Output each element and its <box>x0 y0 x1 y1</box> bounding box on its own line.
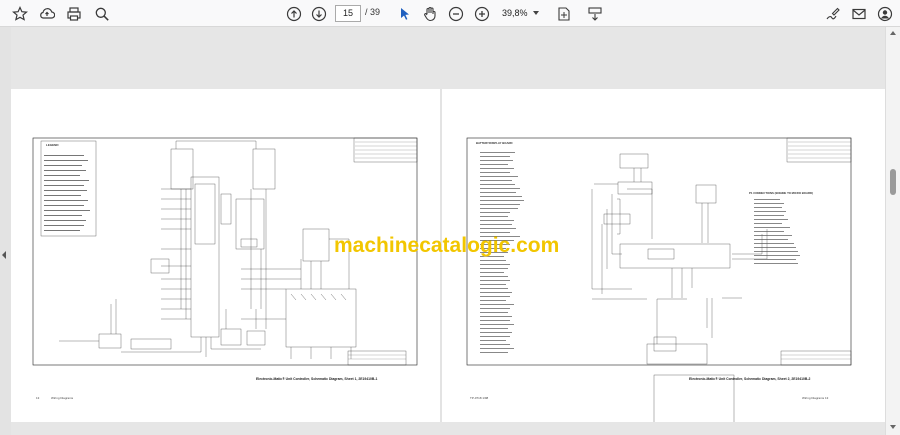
left-page-number: 13 <box>36 396 40 400</box>
rotate-icon[interactable] <box>585 4 605 24</box>
cloud-upload-icon[interactable] <box>37 4 57 24</box>
scrollbar-thumb[interactable] <box>890 169 896 195</box>
scroll-down-icon[interactable] <box>890 425 896 429</box>
left-page-caption: Electronic-Matic® Unit Controller, Schem… <box>256 377 378 381</box>
left-page-footer: Wiring Diagrams <box>51 396 74 400</box>
scroll-up-icon[interactable] <box>890 31 896 35</box>
next-page-area <box>11 422 885 435</box>
document-viewer[interactable]: LEGEND Electronic-Matic® Unit Controller… <box>0 27 900 435</box>
vertical-scrollbar[interactable] <box>885 27 900 435</box>
chevron-down-icon[interactable] <box>533 11 539 15</box>
previous-page-area <box>11 27 885 89</box>
pdf-toolbar: 15 / 39 39,8% <box>0 0 900 27</box>
page-up-icon[interactable] <box>284 4 304 24</box>
sign-icon[interactable] <box>823 4 843 24</box>
right-page-footer: Wiring Diagrams 13 <box>802 396 829 400</box>
page-down-icon[interactable] <box>309 4 329 24</box>
page-number-input[interactable]: 15 <box>335 5 361 22</box>
right-section-title: BATTERY/DISPLAY BOARD <box>476 141 513 145</box>
mail-icon[interactable] <box>849 4 869 24</box>
select-arrow-icon[interactable] <box>395 4 415 24</box>
fit-page-icon[interactable] <box>554 4 574 24</box>
zoom-search-icon[interactable] <box>92 4 112 24</box>
hand-tool-icon[interactable] <box>420 4 440 24</box>
watermark: machinecatalogic.com <box>334 234 560 257</box>
connector-table-title: P1 CONNECTIONS (ENGINE TO MICRO BOARD) <box>749 191 813 195</box>
zoom-in-icon[interactable] <box>472 4 492 24</box>
page-count-label: / 39 <box>365 7 381 17</box>
legend-title: LEGEND <box>46 143 59 147</box>
right-page-footer-left: TP-0718 1/98 <box>470 396 489 400</box>
star-icon[interactable] <box>10 4 30 24</box>
account-icon[interactable] <box>875 4 895 24</box>
print-icon[interactable] <box>64 4 84 24</box>
right-page-caption: Electronic-Matic® Unit Controller, Schem… <box>689 377 811 381</box>
zoom-out-icon[interactable] <box>446 4 466 24</box>
previous-page-arrow-icon[interactable] <box>2 251 6 259</box>
